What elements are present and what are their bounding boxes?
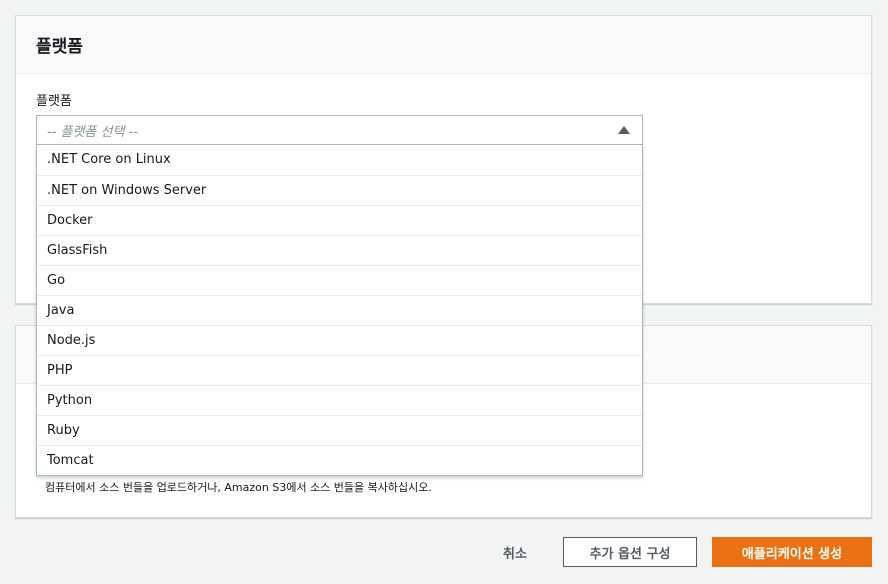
cancel-button[interactable]: 취소: [487, 537, 543, 567]
platform-panel-title: 플랫폼: [16, 16, 871, 74]
platform-option[interactable]: .NET Core on Linux: [37, 145, 642, 175]
platform-select[interactable]: -- 플랫폼 선택 --: [36, 115, 643, 145]
caret-up-icon: [618, 126, 630, 134]
source-bundle-help-text: 컴퓨터에서 소스 번들을 업로드하거나, Amazon S3에서 소스 번들을 …: [45, 481, 432, 494]
platform-option[interactable]: Java: [37, 295, 642, 325]
platform-dropdown-list: .NET Core on Linux .NET on Windows Serve…: [36, 145, 643, 476]
configure-more-options-button[interactable]: 추가 옵션 구성: [563, 537, 697, 567]
platform-option[interactable]: GlassFish: [37, 235, 642, 265]
platform-option[interactable]: Tomcat: [37, 445, 642, 475]
platform-select-placeholder: -- 플랫폼 선택 --: [47, 124, 138, 140]
platform-option[interactable]: Go: [37, 265, 642, 295]
platform-option[interactable]: Docker: [37, 205, 642, 235]
platform-option[interactable]: .NET on Windows Server: [37, 175, 642, 205]
platform-option[interactable]: Python: [37, 385, 642, 415]
platform-option[interactable]: Ruby: [37, 415, 642, 445]
platform-option[interactable]: Node.js: [37, 325, 642, 355]
platform-field-label: 플랫폼: [36, 94, 72, 109]
platform-option[interactable]: PHP: [37, 355, 642, 385]
create-application-button[interactable]: 애플리케이션 생성: [712, 537, 872, 567]
